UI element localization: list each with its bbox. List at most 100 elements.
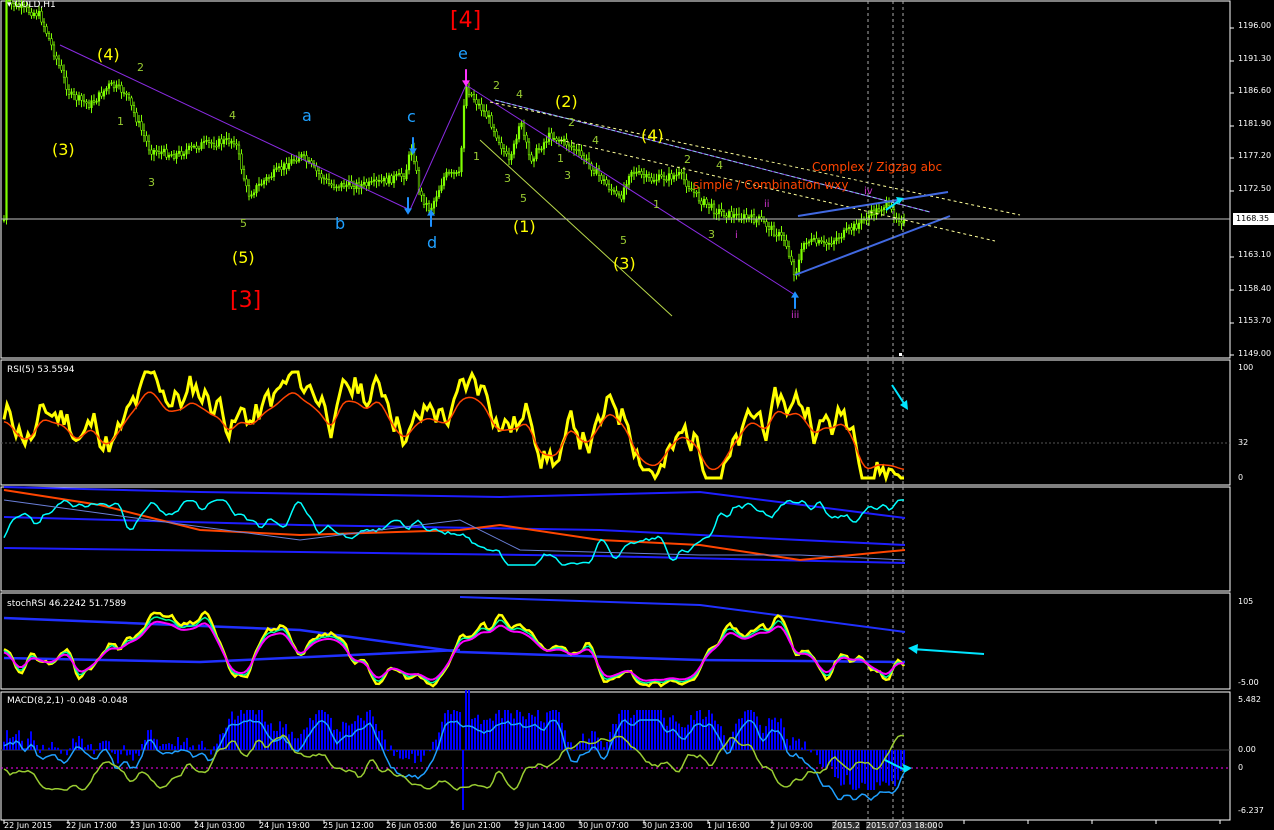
- candle-body: [222, 139, 226, 145]
- candle-body: [110, 82, 113, 85]
- candle-body: [220, 138, 223, 145]
- candle-body: [822, 241, 826, 243]
- candle-body: [480, 103, 483, 111]
- candle-body: [442, 176, 446, 186]
- candle-body: [880, 209, 883, 212]
- candle-body: [227, 138, 231, 144]
- wave-label: (3): [613, 254, 636, 273]
- wave-sub-label: 5: [240, 217, 247, 230]
- wave-sub-label: 2: [568, 116, 575, 129]
- panel-frame: [0, 0, 1231, 359]
- wave-sub-label: 3: [708, 228, 715, 241]
- candle-body: [632, 171, 636, 174]
- candle-body: [250, 194, 253, 197]
- wave-sub-label-pink: ii: [764, 199, 770, 210]
- candle-body: [715, 212, 718, 215]
- candle-body: [825, 241, 828, 245]
- candle-body: [210, 142, 213, 144]
- candle-body: [490, 115, 493, 128]
- candle-body: [285, 163, 288, 169]
- price-tick: 1153.70: [1238, 316, 1272, 325]
- candle-body: [330, 183, 333, 186]
- candle-body: [197, 148, 201, 150]
- candle-body: [340, 182, 343, 188]
- candle-body: [120, 84, 123, 93]
- candle-body: [667, 173, 671, 181]
- chart-canvas[interactable]: [0, 0, 1274, 830]
- price-tick: 1177.20: [1238, 151, 1272, 160]
- candle-body: [855, 223, 858, 229]
- down-arrow-icon: [900, 400, 908, 410]
- wave-sub-label: 1: [557, 152, 564, 165]
- candle-body: [192, 145, 196, 148]
- rsi-level: 0: [1238, 473, 1244, 482]
- candle-body: [570, 145, 573, 148]
- candle-body: [437, 190, 441, 198]
- candle-body: [697, 191, 701, 202]
- price-tick: 1158.40: [1238, 284, 1272, 293]
- candle-body: [85, 101, 88, 104]
- candle-body: [497, 137, 501, 143]
- candle-body: [385, 177, 388, 184]
- wave-label-cyan: c: [407, 107, 416, 126]
- candle-body: [427, 202, 431, 211]
- candle-body: [592, 169, 596, 174]
- candle-body: [775, 234, 778, 237]
- candle-body: [627, 176, 631, 185]
- candle-body: [727, 211, 731, 218]
- band-line: [459, 596, 906, 633]
- candle-body: [735, 213, 738, 216]
- candle-body: [162, 148, 166, 153]
- wave-sub-label-pink: iii: [791, 310, 800, 321]
- price-tick: 1191.30: [1238, 54, 1272, 63]
- candle-body: [732, 214, 736, 218]
- candle-body: [395, 174, 398, 177]
- price-tick: 1149.00: [1238, 349, 1272, 358]
- down-arrow-icon: [903, 764, 912, 773]
- candle-body: [657, 174, 661, 181]
- panel-frame: [0, 486, 1231, 592]
- price-tick: 1196.00: [1238, 21, 1272, 30]
- candle-body: [700, 200, 703, 206]
- candle-body: [647, 174, 651, 178]
- stoch-title: stochRSI 46.2242 51.7589: [7, 599, 127, 609]
- candle-body: [125, 92, 128, 95]
- wave-sub-label: 5: [520, 192, 527, 205]
- candle-body: [105, 88, 108, 92]
- candle-body: [847, 227, 851, 229]
- candle-body: [325, 178, 328, 181]
- candle-body: [362, 182, 366, 185]
- candle-body: [95, 100, 98, 103]
- candle-body: [777, 232, 781, 237]
- candle-body: [260, 183, 263, 186]
- macd-level: -6.237: [1238, 806, 1264, 815]
- candle-body: [517, 126, 521, 140]
- candle-body: [555, 138, 558, 141]
- time-label: 24 Jun 19:00: [259, 821, 310, 830]
- candle-body: [47, 33, 51, 39]
- candle-body: [537, 148, 541, 150]
- candle-body: [782, 235, 786, 241]
- candle-body: [532, 158, 536, 162]
- wave-label: (4): [97, 45, 120, 64]
- candle-body: [400, 173, 403, 177]
- candle-body: [377, 180, 381, 182]
- candle-body: [535, 148, 538, 160]
- time-label: 2015.07.03 18:00: [866, 821, 938, 830]
- candle-body: [287, 163, 291, 169]
- candle-body: [842, 229, 846, 238]
- candle-body: [387, 175, 391, 184]
- candle-body: [397, 173, 401, 175]
- candle-body: [195, 145, 198, 149]
- candle-body: [240, 153, 243, 170]
- candle-body: [237, 144, 241, 155]
- candle-body: [810, 238, 813, 243]
- candle-body: [800, 249, 803, 261]
- candle-body: [455, 172, 458, 175]
- candle-body: [270, 176, 273, 178]
- candle-body: [282, 163, 286, 170]
- candle-body: [337, 186, 341, 189]
- candle-body: [320, 173, 323, 179]
- candle-body: [135, 112, 138, 123]
- time-label: 29 Jun 14:00: [514, 821, 565, 830]
